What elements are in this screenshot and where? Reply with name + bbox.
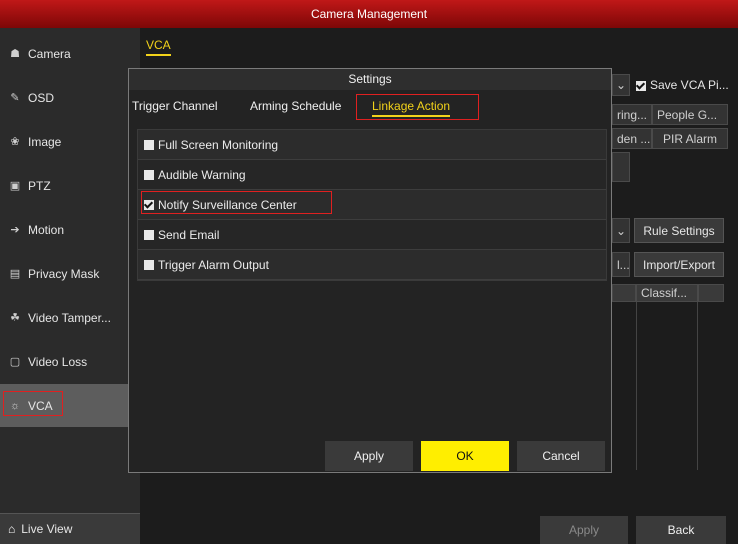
cancel-button[interactable]: Cancel xyxy=(517,441,605,471)
tab-vca[interactable]: VCA xyxy=(146,38,171,56)
checkbox-icon[interactable] xyxy=(144,259,154,270)
ptz-icon: ▣ xyxy=(9,180,21,192)
chevron-down-icon: ⌄ xyxy=(615,78,627,92)
sidebar-item-label: Camera xyxy=(28,46,71,61)
sidebar-item-video-loss[interactable]: ▢ Video Loss xyxy=(0,340,140,383)
import-export-button[interactable]: Import/Export xyxy=(634,252,724,277)
linkage-action-highlight-box xyxy=(356,94,479,120)
option-full-screen-monitoring[interactable]: Full Screen Monitoring xyxy=(138,130,606,160)
bg-tab[interactable]: PIR Alarm xyxy=(652,128,728,149)
option-label: Send Email xyxy=(158,227,220,242)
sidebar-item-ptz[interactable]: ▣ PTZ xyxy=(0,164,140,207)
video-loss-icon: ▢ xyxy=(9,356,21,368)
tab-trigger-channel[interactable]: Trigger Channel xyxy=(132,99,218,113)
sidebar-item-privacy-mask[interactable]: ▤ Privacy Mask xyxy=(0,252,140,295)
dropdown-arrow[interactable]: ⌄ xyxy=(612,218,630,243)
window-title: Camera Management xyxy=(0,0,738,28)
sidebar-item-motion[interactable]: ➔ Motion xyxy=(0,208,140,251)
table-header-cell xyxy=(612,284,636,302)
checkbox-icon[interactable] xyxy=(144,229,154,240)
sidebar-item-image[interactable]: ❀ Image xyxy=(0,120,140,163)
checkbox-icon[interactable] xyxy=(144,139,154,150)
chevron-down-icon: ⌄ xyxy=(615,223,627,238)
camera-icon: ☗ xyxy=(10,48,20,60)
save-vca-label: Save VCA Pi... xyxy=(650,78,729,92)
video-tamper-icon: ☘ xyxy=(10,312,20,324)
sidebar: ☗ Camera ✎ OSD ❀ Image ▣ PTZ ➔ Motion ▤ … xyxy=(0,28,140,544)
sidebar-item-label: Video Tamper... xyxy=(28,310,111,325)
settings-dialog: Settings Trigger Channel Arming Schedule… xyxy=(128,68,612,473)
checkbox-icon xyxy=(636,80,646,91)
option-audible-warning[interactable]: Audible Warning xyxy=(138,160,606,190)
table-column xyxy=(636,302,698,470)
classif-header: Classif... xyxy=(636,284,698,302)
dropdown-arrow[interactable]: ⌄ xyxy=(612,74,630,96)
dialog-apply-button[interactable]: Apply xyxy=(325,441,413,471)
main-apply-button[interactable]: Apply xyxy=(540,516,628,544)
option-send-email[interactable]: Send Email xyxy=(138,220,606,250)
sidebar-item-label: Image xyxy=(28,134,62,149)
bg-cell: l... xyxy=(612,252,630,277)
option-label: Audible Warning xyxy=(158,167,246,182)
sidebar-item-video-tamper[interactable]: ☘ Video Tamper... xyxy=(0,296,140,339)
bg-tab[interactable]: den ... xyxy=(612,128,652,149)
sidebar-item-label: Motion xyxy=(28,222,65,237)
privacy-mask-icon: ▤ xyxy=(9,268,21,280)
ok-button[interactable]: OK xyxy=(421,441,509,471)
option-trigger-alarm-output[interactable]: Trigger Alarm Output xyxy=(138,250,606,280)
image-icon: ❀ xyxy=(10,136,20,148)
sidebar-item-label: OSD xyxy=(28,90,55,105)
sidebar-item-osd[interactable]: ✎ OSD xyxy=(0,76,140,119)
bg-tab[interactable]: ring... xyxy=(612,104,652,125)
motion-icon: ➔ xyxy=(10,224,20,236)
vca-highlight-box xyxy=(3,391,63,416)
live-view-label: Live View xyxy=(21,522,73,536)
checkbox-icon[interactable] xyxy=(144,169,154,180)
back-button[interactable]: Back xyxy=(636,516,726,544)
sidebar-item-label: Video Loss xyxy=(28,354,88,369)
sidebar-item-label: Privacy Mask xyxy=(28,266,100,281)
osd-icon: ✎ xyxy=(10,92,20,104)
table-header-cell xyxy=(698,284,724,302)
live-view-button[interactable]: ⌂ Live View xyxy=(0,513,140,544)
sidebar-item-label: PTZ xyxy=(28,178,51,193)
bg-panel xyxy=(612,152,630,182)
option-label: Full Screen Monitoring xyxy=(158,137,279,152)
option-label: Trigger Alarm Output xyxy=(158,257,269,272)
dialog-title: Settings xyxy=(129,69,611,90)
home-icon: ⌂ xyxy=(8,522,16,536)
save-vca-checkbox[interactable]: Save VCA Pi... xyxy=(636,78,729,92)
notify-highlight-box xyxy=(141,191,332,214)
sidebar-item-camera[interactable]: ☗ Camera xyxy=(0,32,140,75)
tab-arming-schedule[interactable]: Arming Schedule xyxy=(250,99,341,113)
bg-tab[interactable]: People G... xyxy=(652,104,728,125)
rule-settings-button[interactable]: Rule Settings xyxy=(634,218,724,243)
